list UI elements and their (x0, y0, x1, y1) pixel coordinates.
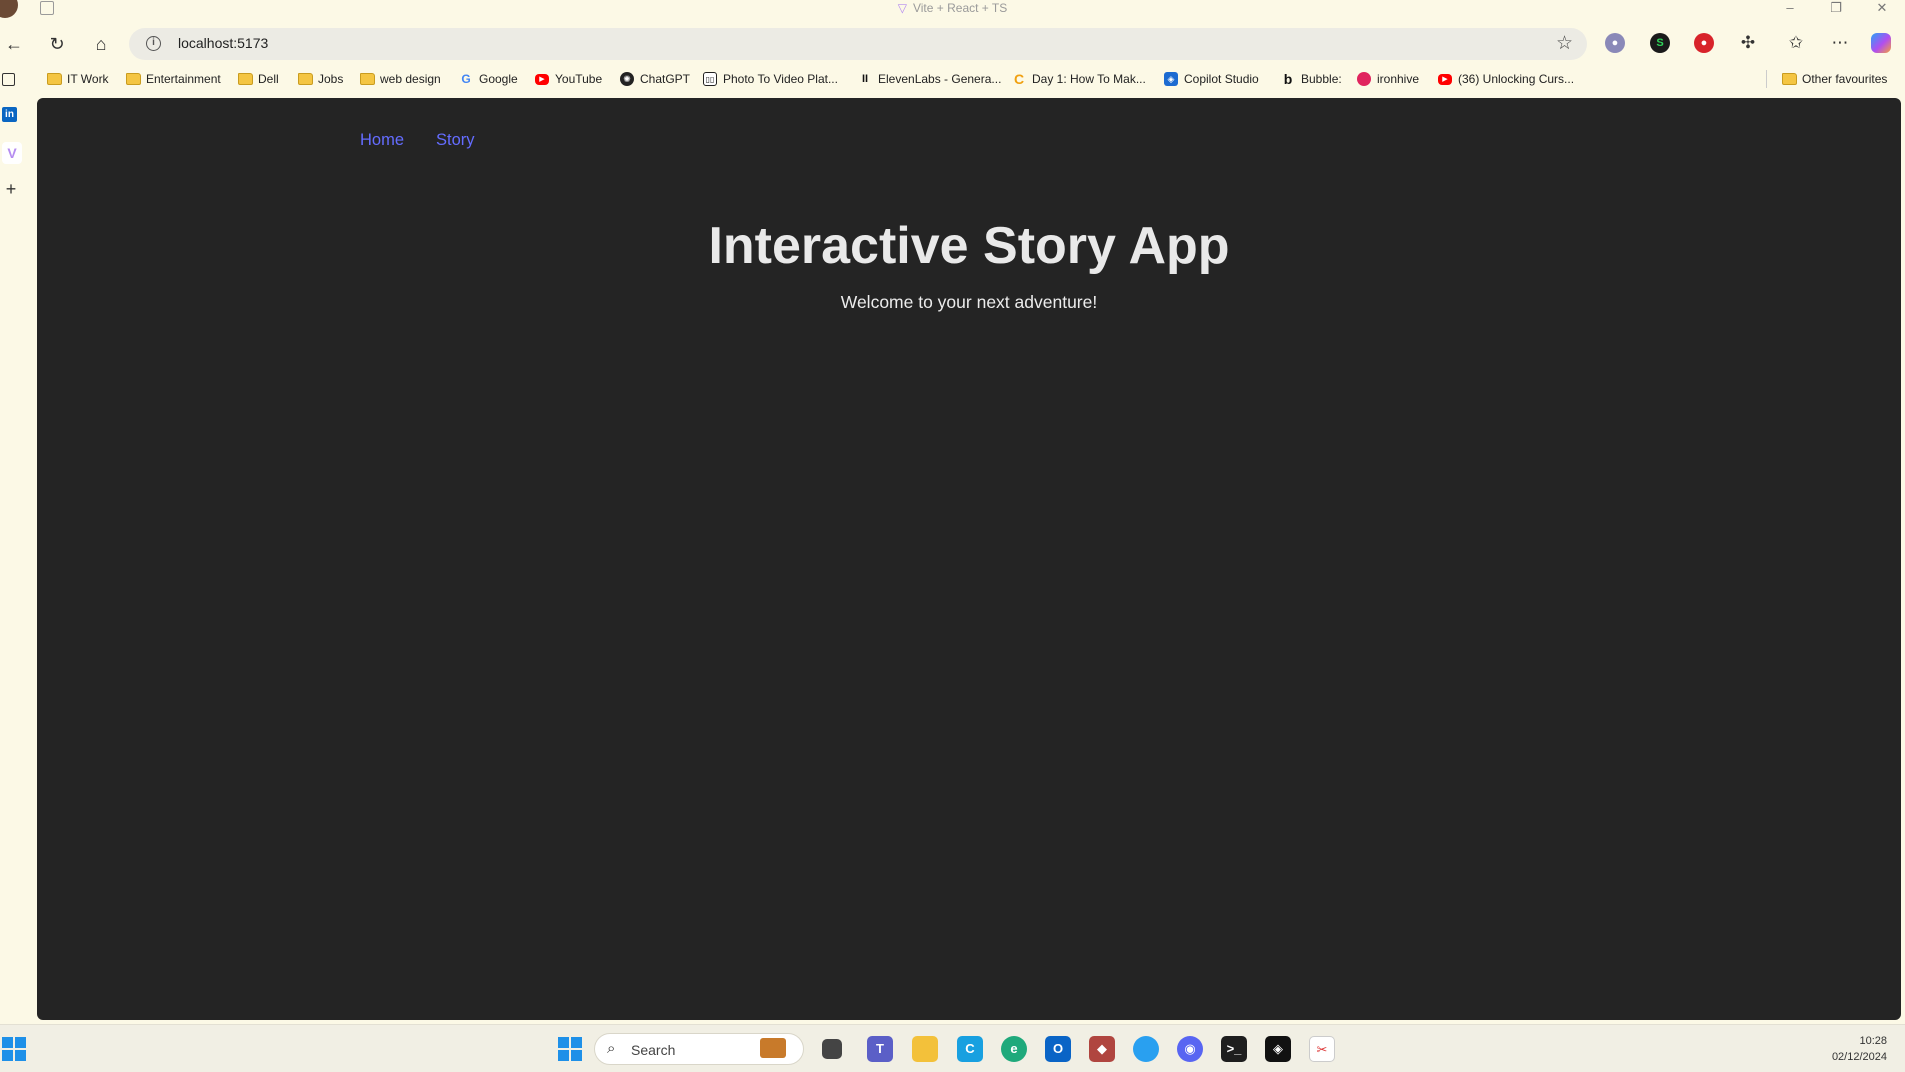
address-bar[interactable]: i localhost:5173 ☆ (129, 28, 1587, 60)
other-favourites[interactable]: Other favourites (1782, 68, 1887, 90)
file-explorer-icon[interactable] (912, 1036, 938, 1062)
home-icon[interactable]: ⌂ (89, 32, 113, 56)
back-icon[interactable]: ← (2, 32, 26, 56)
clock-date: 02/12/2024 (1831, 1051, 1887, 1063)
google-icon: G (461, 72, 471, 86)
extension-s-icon[interactable]: S (1650, 33, 1670, 53)
refresh-icon[interactable]: ↻ (45, 32, 69, 56)
info-icon[interactable]: i (146, 36, 161, 51)
youtube-icon: ▶ (1438, 73, 1452, 85)
vite-logo-icon: ▽ (897, 1, 907, 15)
copilot-icon[interactable] (1871, 33, 1891, 53)
folder-icon (238, 73, 253, 85)
more-icon[interactable]: ⋯ (1828, 31, 1852, 55)
folder-icon (47, 73, 62, 85)
youtube-icon: ▶ (535, 73, 549, 85)
bookmark-day-1[interactable]: C Day 1: How To Mak... (1012, 68, 1146, 90)
task-view-icon[interactable] (822, 1039, 842, 1059)
app-page: Home Story Interactive Story App Welcome… (37, 98, 1901, 1020)
minimize-button[interactable]: – (1767, 0, 1813, 16)
extension-badge-icon[interactable]: ● (1694, 33, 1714, 53)
nav-link-story[interactable]: Story (436, 131, 475, 150)
chatgpt-icon: ✺ (620, 72, 634, 86)
folder-icon (360, 73, 375, 85)
restore-button[interactable]: ❐ (1813, 0, 1859, 16)
nav-link-home[interactable]: Home (360, 131, 404, 150)
linkedin-icon[interactable]: in (2, 107, 17, 122)
bookmark-copilot-studio[interactable]: ◈ Copilot Studio (1164, 68, 1259, 90)
terminal-icon[interactable]: >_ (1221, 1036, 1247, 1062)
start-icon[interactable] (558, 1037, 582, 1061)
elevenlabs-icon: II (861, 73, 869, 85)
bookmark-bubble[interactable]: b Bubble: (1281, 68, 1342, 90)
search-label: Search (631, 1042, 676, 1058)
taskbar-clock[interactable]: 10:28 02/12/2024 (1832, 1033, 1887, 1065)
app-blue-icon[interactable] (1133, 1036, 1159, 1062)
clock-time: 10:28 (1859, 1035, 1887, 1047)
app-dark-icon[interactable]: ◈ (1265, 1036, 1291, 1062)
bookmark-youtube[interactable]: ▶ YouTube (535, 68, 602, 90)
vite-tab-icon[interactable]: V (2, 142, 22, 164)
c-icon: C (1013, 71, 1025, 87)
app-gem-icon[interactable]: ◆ (1089, 1036, 1115, 1062)
bookmark-photo-to-video[interactable]: ▯▯ Photo To Video Plat... (703, 68, 838, 90)
folder-icon (1782, 73, 1797, 85)
folder-icon (126, 73, 141, 85)
bookmark-google[interactable]: G Google (459, 68, 517, 90)
folder-icon (298, 73, 313, 85)
copilot-studio-icon: ◈ (1164, 72, 1178, 86)
search-highlight-icon (760, 1038, 786, 1058)
discord-icon[interactable]: ◉ (1177, 1036, 1203, 1062)
bookmark-entertainment[interactable]: Entertainment (126, 68, 221, 90)
close-button[interactable]: ✕ (1859, 0, 1905, 16)
windows-widgets-icon[interactable] (2, 1037, 26, 1061)
star-icon[interactable]: ☆ (1556, 32, 1573, 55)
window-title: ▽ Vite + React + TS (0, 1, 1905, 15)
bubble-icon: b (1283, 71, 1293, 87)
bookmark-it-work[interactable]: IT Work (47, 68, 109, 90)
bookmark-ironhive[interactable]: ironhive (1357, 68, 1419, 90)
new-tab-icon[interactable]: + (2, 180, 20, 198)
c-app-icon[interactable]: C (957, 1036, 983, 1062)
page-subtitle: Welcome to your next adventure! (840, 292, 1098, 312)
extension-circle-icon[interactable]: ● (1605, 33, 1625, 53)
url-text[interactable]: localhost:5173 (178, 35, 268, 51)
bookmark-dell[interactable]: Dell (238, 68, 279, 90)
snipping-tool-icon[interactable]: ✂ (1309, 1036, 1335, 1062)
edge-icon[interactable]: e (1001, 1036, 1027, 1062)
tab-list-icon[interactable] (2, 73, 15, 86)
ironhive-icon (1357, 72, 1371, 86)
teams-icon[interactable]: T (867, 1036, 893, 1062)
window-title-text: Vite + React + TS (912, 1, 1008, 15)
taskbar: ⌕ Search T C e O ◆ ◉ >_ ◈ ✂ 10:28 02/12/… (0, 1024, 1905, 1072)
outlook-icon[interactable]: O (1045, 1036, 1071, 1062)
photo-video-icon: ▯▯ (703, 72, 717, 86)
page-title: Interactive Story App (708, 217, 1230, 275)
app-nav: Home Story (360, 131, 475, 150)
bookmark-unlocking-curs[interactable]: ▶ (36) Unlocking Curs... (1438, 68, 1574, 90)
extensions-icon[interactable]: ✣ (1736, 31, 1760, 55)
search-icon: ⌕ (607, 1040, 616, 1057)
bookmark-chatgpt[interactable]: ✺ ChatGPT (620, 68, 690, 90)
bookmark-elevenlabs[interactable]: II ElevenLabs - Genera... (858, 68, 1001, 90)
bookmark-jobs[interactable]: Jobs (298, 68, 343, 90)
favorites-icon[interactable]: ✩ (1784, 31, 1808, 55)
bookmark-web-design[interactable]: web design (360, 68, 441, 90)
browser-sidebar: in V + (0, 66, 28, 1016)
window-title-bar: ▽ Vite + React + TS – ❐ ✕ (0, 0, 1905, 18)
bookmarks-separator (1766, 70, 1767, 88)
